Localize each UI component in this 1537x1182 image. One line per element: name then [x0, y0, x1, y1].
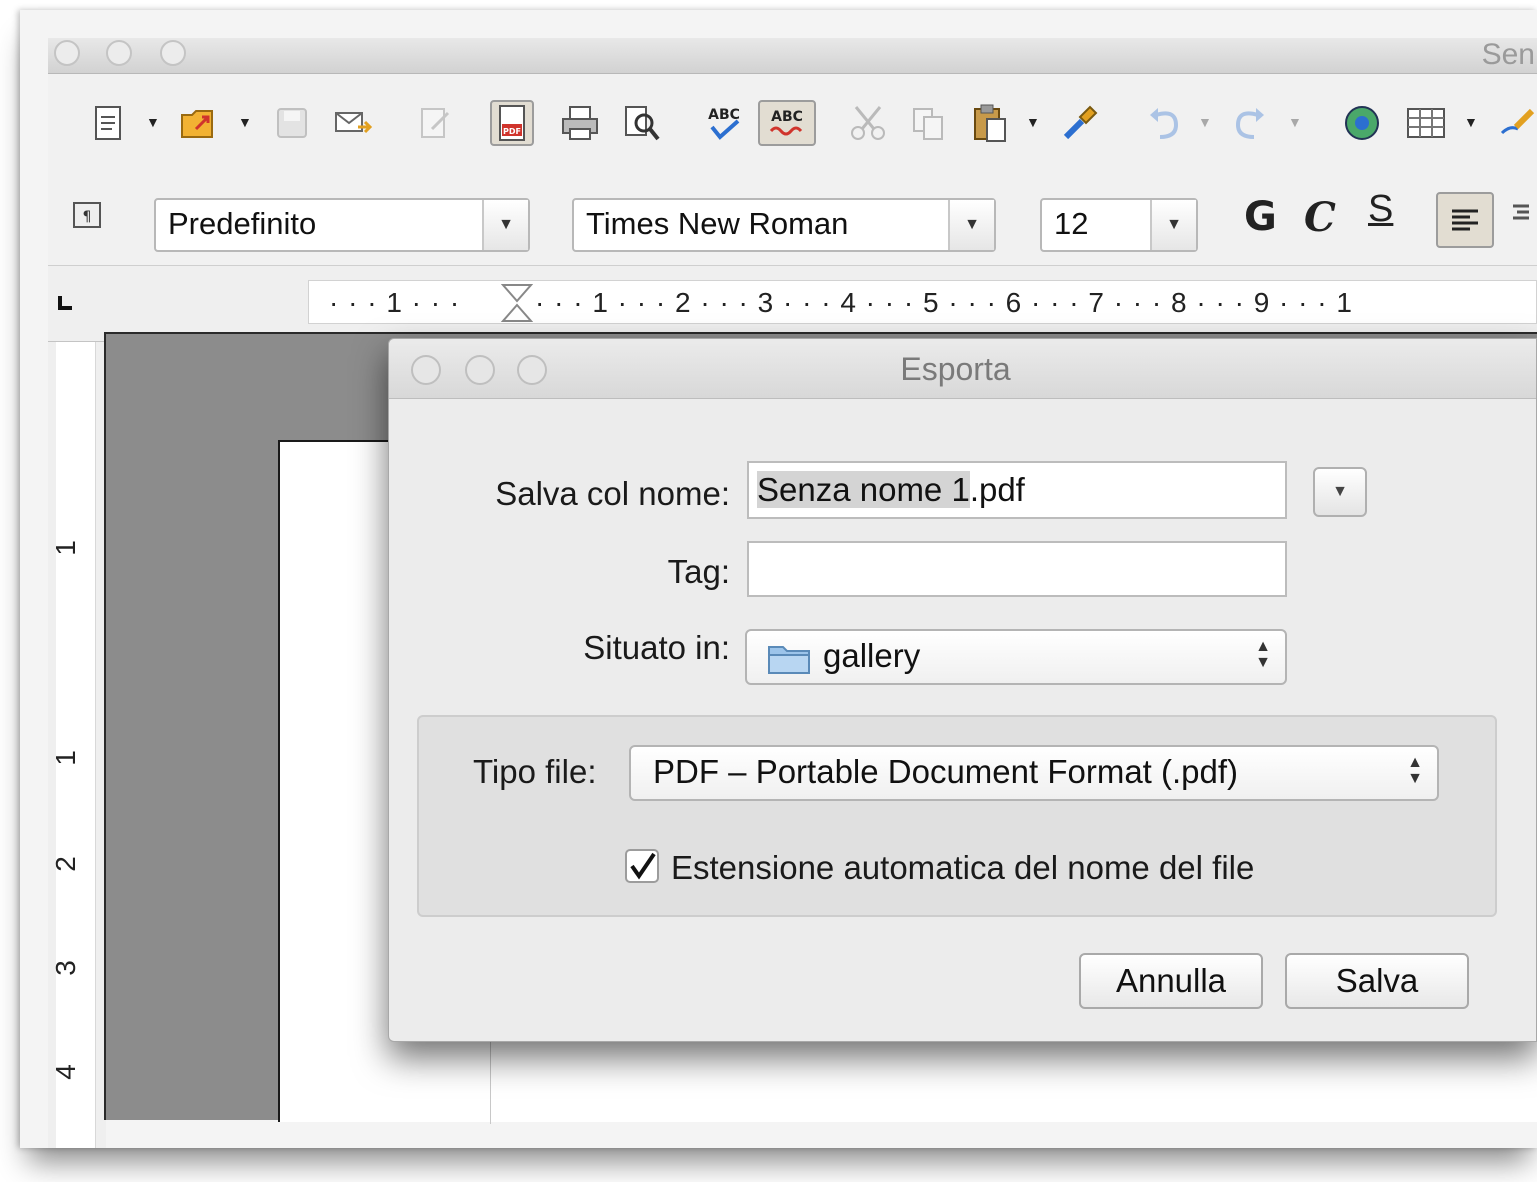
vruler-label: 1 [49, 750, 81, 766]
underline-button[interactable]: S [1368, 188, 1393, 231]
font-size-combo[interactable]: 12 ▼ [1040, 198, 1198, 252]
ruler-label: 4 [840, 287, 857, 318]
align-center-icon[interactable] [1504, 192, 1534, 238]
styles-formatting-icon[interactable]: ¶ [66, 192, 110, 238]
file-options-group: Tipo file: PDF – Portable Document Forma… [417, 715, 1497, 917]
redo-icon[interactable] [1228, 100, 1272, 146]
open-icon[interactable] [176, 100, 220, 146]
open-dropdown-arrow[interactable]: ▼ [238, 114, 252, 130]
font-size-value: 12 [1054, 206, 1089, 241]
ruler-label: 8 [1171, 287, 1188, 318]
navigator-icon[interactable] [1340, 100, 1384, 146]
ruler-label: 1 [386, 287, 403, 318]
svg-text:¶: ¶ [83, 209, 92, 225]
ruler-label: 1 [1336, 287, 1353, 318]
file-type-value: PDF – Portable Document Format (.pdf) [653, 753, 1239, 790]
svg-text:PDF: PDF [503, 127, 521, 136]
undo-dropdown-arrow[interactable]: ▼ [1198, 114, 1212, 130]
ruler-label: 3 [757, 287, 775, 318]
paragraph-style-value: Predefinito [168, 206, 317, 241]
save-icon[interactable] [270, 100, 314, 146]
export-pdf-icon[interactable]: PDF [490, 100, 534, 146]
print-preview-icon[interactable] [620, 100, 664, 146]
ruler-label: 1 [592, 287, 609, 318]
location-popup[interactable]: gallery ▲ ▼ [745, 629, 1287, 685]
export-dialog: Esporta Salva col nome: Senza nome 1.pdf… [388, 338, 1537, 1042]
align-left-icon[interactable] [1436, 192, 1494, 248]
svg-text:ABC: ABC [708, 107, 740, 123]
svg-text:ABC: ABC [771, 109, 803, 125]
ruler-label: 7 [1088, 287, 1105, 318]
dialog-title: Esporta [900, 351, 1011, 387]
location-value: gallery [823, 637, 921, 674]
bold-button[interactable]: G [1244, 194, 1277, 240]
new-dropdown-arrow[interactable]: ▼ [146, 114, 160, 130]
font-name-combo[interactable]: Times New Roman ▼ [572, 198, 996, 252]
email-icon[interactable] [332, 100, 376, 146]
chevron-down-icon[interactable]: ▼ [948, 200, 994, 250]
ruler-label: 9 [1253, 287, 1271, 318]
chevron-down-icon: ▼ [1332, 483, 1348, 500]
tab-stop-selector[interactable] [54, 290, 90, 326]
save-button[interactable]: Salva [1285, 953, 1469, 1009]
horizontal-ruler[interactable]: · · · 1 · · · · · · 1 · · · 2 · · · 3 · … [308, 280, 1537, 324]
minimize-window-button[interactable] [106, 40, 132, 66]
ruler-label: 2 [674, 287, 692, 318]
tags-label: Tag: [667, 553, 730, 590]
expand-browser-button[interactable]: ▼ [1313, 467, 1367, 517]
folder-icon [767, 641, 811, 675]
file-type-label: Tipo file: [473, 753, 597, 790]
filename-selected-text: Senza nome 1 [757, 471, 970, 508]
vruler-label: 2 [49, 856, 81, 872]
draw-icon[interactable] [1494, 100, 1537, 146]
filename-extension-text: .pdf [969, 471, 1025, 508]
table-dropdown-arrow[interactable]: ▼ [1464, 114, 1478, 130]
file-type-popup[interactable]: PDF – Portable Document Format (.pdf) ▲ ▼ [629, 745, 1439, 801]
spellcheck-icon[interactable]: ABC [702, 100, 746, 146]
cancel-button[interactable]: Annulla [1079, 953, 1263, 1009]
edit-file-icon[interactable] [414, 100, 458, 146]
redo-dropdown-arrow[interactable]: ▼ [1288, 114, 1302, 130]
autospellcheck-icon[interactable]: ABC [758, 100, 816, 146]
chevron-down-icon[interactable]: ▼ [482, 200, 528, 250]
zoom-window-button[interactable] [160, 40, 186, 66]
formatting-toolbar: ¶ Predefinito ▼ Times New Roman ▼ 12 ▼ G… [48, 174, 1537, 266]
checkmark-icon [630, 852, 656, 880]
updown-arrows-icon: ▲ ▼ [1255, 638, 1271, 671]
undo-icon[interactable] [1142, 100, 1186, 146]
save-as-label: Salva col nome: [495, 475, 730, 512]
clone-formatting-icon[interactable] [1058, 100, 1102, 146]
paragraph-style-combo[interactable]: Predefinito ▼ [154, 198, 530, 252]
tags-input[interactable] [747, 541, 1287, 597]
print-icon[interactable] [558, 100, 602, 146]
new-document-icon[interactable] [88, 100, 132, 146]
app-window-title: Sen [1481, 38, 1535, 71]
location-label: Situato in: [583, 629, 730, 666]
ruler-label: 6 [1005, 287, 1023, 318]
vruler-label: 1 [49, 540, 81, 556]
auto-extension-checkbox[interactable] [625, 849, 659, 883]
indent-marker-icon[interactable] [500, 283, 534, 328]
auto-extension-label[interactable]: Estensione automatica del nome del file [671, 849, 1254, 887]
updown-arrows-icon: ▲ ▼ [1407, 754, 1423, 787]
horizontal-ruler-row: · · · 1 · · · · · · 1 · · · 2 · · · 3 · … [48, 266, 1537, 342]
ruler-label: 5 [923, 287, 940, 318]
cut-icon[interactable] [846, 100, 890, 146]
dialog-titlebar: Esporta [389, 339, 1536, 399]
filename-input[interactable]: Senza nome 1.pdf [747, 461, 1287, 519]
font-name-value: Times New Roman [586, 206, 849, 241]
paste-icon[interactable] [968, 100, 1012, 146]
close-window-button[interactable] [54, 40, 80, 66]
copy-icon[interactable] [906, 100, 950, 146]
vertical-ruler-strip [56, 342, 96, 1148]
standard-toolbar: ▼ ▼ PDF ABC ABC ▼ ▼ ▼ ▼ [48, 74, 1537, 174]
vruler-label: 4 [49, 1064, 81, 1080]
vruler-label: 3 [49, 960, 81, 976]
vertical-ruler[interactable]: 1 1 2 3 4 [48, 342, 106, 1148]
italic-button[interactable]: C [1304, 194, 1336, 241]
app-titlebar: Sen [48, 38, 1537, 74]
table-icon[interactable] [1404, 100, 1448, 146]
paste-dropdown-arrow[interactable]: ▼ [1026, 114, 1040, 130]
chevron-down-icon[interactable]: ▼ [1150, 200, 1196, 250]
